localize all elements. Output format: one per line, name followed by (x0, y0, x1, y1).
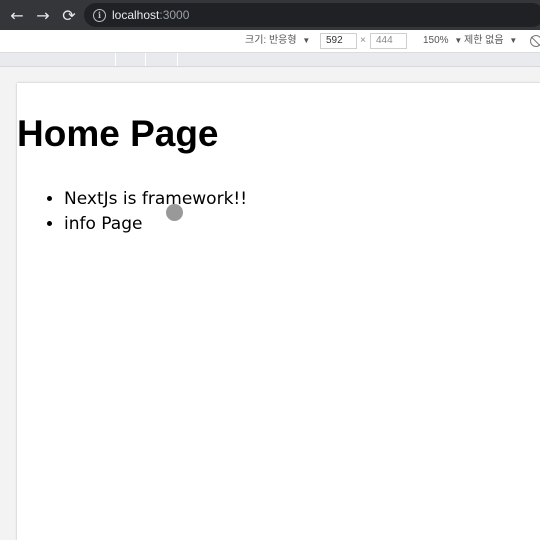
device-emulation-area: Home Page NextJs is framework!! info Pag… (0, 67, 540, 540)
url-host: localhost (112, 8, 160, 22)
media-query-bar[interactable] (0, 53, 540, 67)
touch-cursor-indicator (166, 204, 183, 221)
link-nextjs[interactable]: NextJs is framework!! (64, 187, 247, 212)
rotate-icon[interactable] (530, 35, 540, 47)
chevron-down-icon: ▼ (454, 36, 463, 45)
zoom-label: 150% (423, 35, 449, 46)
throttle-label: 제한 없음 (464, 35, 504, 46)
url-port: :3000 (159, 8, 190, 22)
zoom-dropdown[interactable]: 150% ▼ (423, 30, 462, 52)
throttle-dropdown[interactable]: 제한 없음 ▼ (464, 30, 517, 52)
url-text: localhost:3000 (112, 8, 189, 22)
browser-toolbar: ← → ⟳ i localhost:3000 (0, 0, 540, 30)
link-list: NextJs is framework!! info Page (17, 187, 247, 237)
chevron-down-icon: ▼ (509, 36, 518, 45)
width-input[interactable]: 592 (320, 33, 357, 49)
page-viewport: Home Page NextJs is framework!! info Pag… (17, 83, 540, 540)
media-query-segment[interactable] (116, 53, 146, 66)
dimensions-label: 크기: 반응형 (245, 35, 297, 46)
site-info-icon[interactable]: i (93, 8, 106, 22)
height-input[interactable]: 444 (370, 33, 407, 49)
media-query-segment[interactable] (0, 53, 116, 66)
reload-icon[interactable]: ⟳ (56, 0, 82, 30)
dimensions-dropdown[interactable]: 크기: 반응형 ▼ (245, 30, 310, 52)
times-icon: × (360, 35, 366, 46)
back-arrow-icon[interactable]: ← (4, 0, 30, 30)
page-title: Home Page (17, 113, 219, 154)
device-toolbar: 크기: 반응형 ▼ 592 × 444 150% ▼ 제한 없음 ▼ (0, 30, 540, 53)
chevron-down-icon: ▼ (302, 36, 311, 45)
forward-arrow-icon[interactable]: → (30, 0, 56, 30)
media-query-segment[interactable] (146, 53, 178, 66)
address-bar[interactable]: i localhost:3000 (84, 3, 540, 27)
link-info-page[interactable]: info Page (64, 212, 247, 237)
